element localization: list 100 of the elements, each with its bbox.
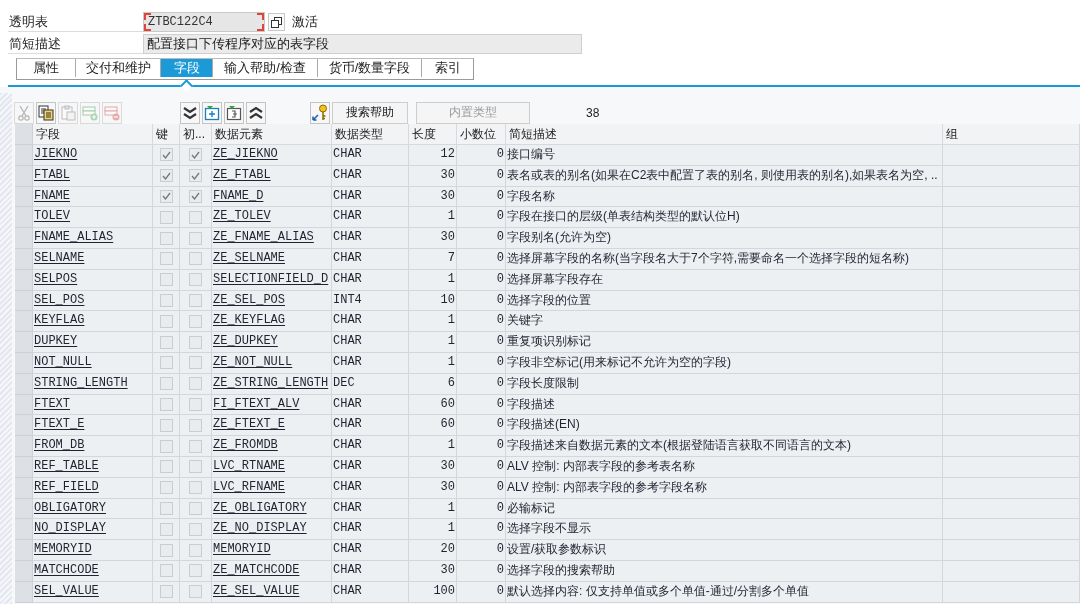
table-cell: FROM_DB [33,436,153,457]
table-cell: SELPOS [33,269,153,291]
table-cell: ZE_SEL_VALUE [212,581,332,603]
row-selector[interactable] [15,186,33,208]
checkbox[interactable] [189,564,202,578]
table-cell: REF_FIELD [33,477,153,499]
table-cell: ALV 控制: 内部表字段的参考字段名称 [506,477,943,499]
checkbox[interactable] [159,543,173,557]
checkbox[interactable] [159,564,173,578]
tick-icon [161,150,171,159]
checkbox[interactable] [159,356,173,370]
table-cell: ZE_STRING_LENGTH [212,373,332,395]
row-selector[interactable] [15,477,33,499]
table-cell: 表名或表的别名(如果在C2表中配置了表的别名, 则使用表的别名),如果表名为空, .. [506,165,943,187]
checkbox[interactable] [159,314,173,328]
toolbar-button[interactable] [180,101,200,124]
checkbox[interactable] [189,418,202,432]
checkbox[interactable] [159,335,173,349]
checkbox[interactable] [159,293,173,307]
checkbox[interactable] [159,439,173,453]
copy-button[interactable] [268,13,285,31]
toolbar-button[interactable] [36,101,56,124]
row-selector[interactable] [15,228,33,249]
table-cell: CHAR [332,269,409,291]
checkbox[interactable] [189,460,202,474]
checkbox[interactable] [189,543,202,557]
checkbox[interactable] [189,314,202,328]
table-cell: 1 [409,332,457,353]
row-selector[interactable] [15,249,33,270]
row-selector[interactable] [15,581,33,603]
checkbox[interactable] [159,481,173,495]
checkbox[interactable] [189,252,202,266]
table-cell: CHAR [332,228,409,249]
checkbox[interactable] [159,377,173,391]
checkbox[interactable] [159,190,173,203]
checkbox[interactable] [159,273,173,287]
table-cell: CHAR [332,477,409,499]
search-help-button[interactable]: 搜索帮助 [332,101,408,124]
row-selector[interactable] [15,290,33,312]
checkbox[interactable] [189,377,202,391]
table-cell: CHAR [332,540,409,561]
row-selector[interactable] [15,332,33,353]
checkbox[interactable] [189,481,202,495]
row-selector[interactable] [15,456,33,478]
row-selector[interactable] [15,519,33,541]
checkbox[interactable] [189,273,202,287]
table-cell: 0 [457,456,506,478]
checkbox[interactable] [159,397,173,411]
table-cell: ZE_NOT_NULL [212,352,332,374]
checkbox[interactable] [159,418,173,432]
checkbox[interactable] [159,252,173,266]
checkbox[interactable] [189,501,202,515]
table-cell: 重复项识别标记 [506,332,943,353]
row-selector[interactable] [15,207,33,229]
checkbox[interactable] [189,190,202,203]
row-selector[interactable] [15,436,33,457]
table-cell: ZE_JIEKNO [212,145,332,166]
checkbox[interactable] [159,522,173,536]
checkbox[interactable] [189,293,202,307]
row-selector[interactable] [15,373,33,395]
checkbox[interactable] [189,231,202,245]
box-plus-icon [204,104,220,121]
copy-icon [38,104,54,121]
row-selector[interactable] [15,311,33,333]
key-icon [312,103,328,122]
checkbox[interactable] [159,210,173,224]
checkbox[interactable] [189,356,202,370]
toolbar-button[interactable] [224,101,244,124]
table-cell: CHAR [332,249,409,270]
checkbox[interactable] [189,397,202,411]
row-selector[interactable] [15,145,33,166]
checkbox[interactable] [159,169,173,183]
table-cell: MATCHCODE [33,560,153,582]
checkbox[interactable] [189,439,202,453]
checkbox[interactable] [189,210,202,224]
toolbar-button[interactable] [246,101,266,124]
row-selector[interactable] [15,560,33,582]
row-selector[interactable] [15,269,33,291]
table-cell: 12 [409,145,457,166]
table-cell: 字段描述来自数据元素的文本(根据登陆语言获取不同语言的文本) [506,436,943,457]
table-cell: CHAR [332,332,409,353]
checkbox[interactable] [159,148,173,162]
checkbox[interactable] [159,460,173,474]
table-cell: MEMORYID [33,540,153,561]
row-selector[interactable] [15,352,33,374]
checkbox[interactable] [159,585,173,599]
checkbox[interactable] [189,335,202,349]
row-selector[interactable] [15,165,33,187]
row-selector[interactable] [15,415,33,437]
checkbox[interactable] [189,522,202,536]
row-selector[interactable] [15,394,33,416]
row-selector[interactable] [15,498,33,520]
checkbox[interactable] [159,501,173,515]
checkbox[interactable] [189,148,202,162]
checkbox[interactable] [189,585,202,599]
checkbox[interactable] [159,231,173,245]
table-name-field[interactable]: ZTBC122C4 [143,12,265,32]
row-selector[interactable] [15,540,33,561]
checkbox[interactable] [189,169,202,183]
description-field[interactable]: 配置接口下传程序对应的表字段 [143,34,582,54]
